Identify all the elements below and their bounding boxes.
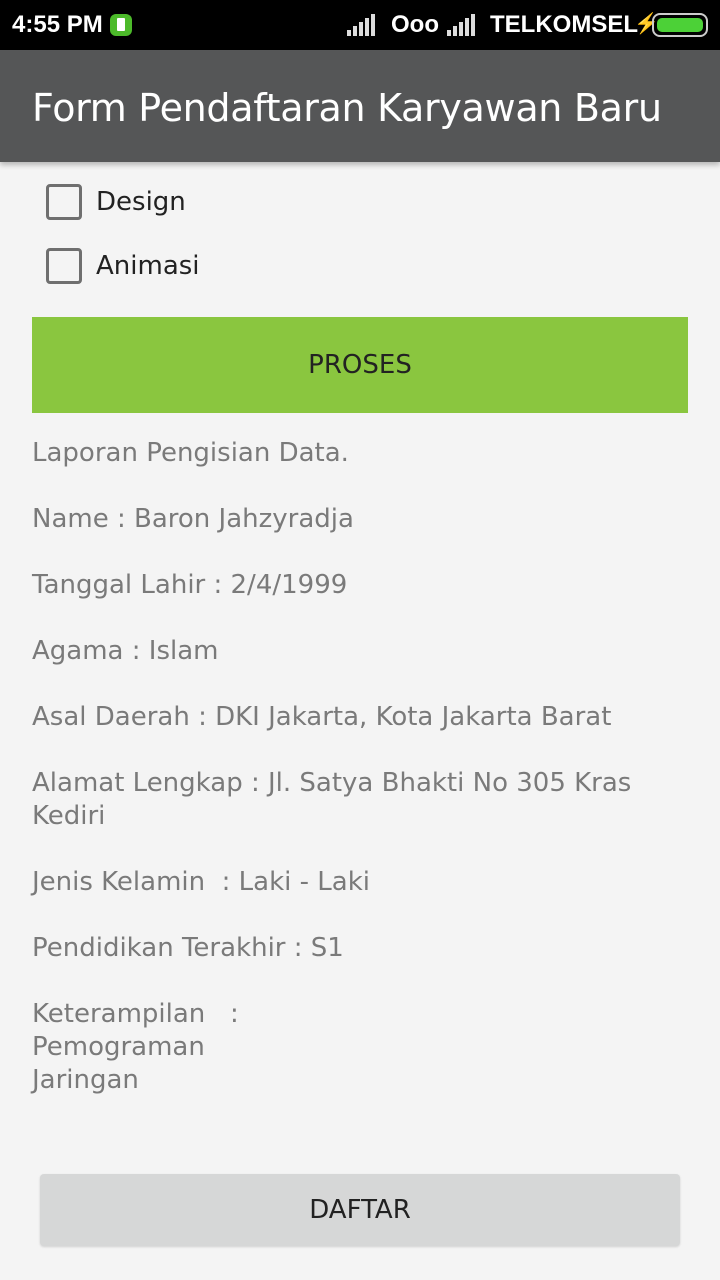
report-birth-date: Tanggal Lahir : 2/4/1999 — [32, 570, 348, 600]
carrier-2-name: TELKOMSEL — [490, 11, 638, 38]
report-skills: Keterampilan : Pemograman Jaringan — [32, 999, 239, 1095]
battery-icon — [652, 13, 708, 37]
report-gender: Jenis Kelamin : Laki - Laki — [32, 867, 370, 897]
checkbox-animasi[interactable]: Animasi — [46, 248, 200, 284]
signal-strength-icon — [447, 14, 475, 36]
app-bar: Form Pendaftaran Karyawan Baru — [0, 50, 720, 162]
report-header: Laporan Pengisian Data. — [32, 438, 349, 468]
checkbox-icon[interactable] — [46, 248, 82, 284]
report-religion: Agama : Islam — [32, 636, 219, 666]
report-origin: Asal Daerah : DKI Jakarta, Kota Jakarta … — [32, 702, 612, 732]
checkbox-label: Design — [96, 187, 186, 217]
status-time: 4:55 PM — [12, 11, 103, 38]
carrier-1-name: Ooo — [391, 11, 439, 38]
checkbox-icon[interactable] — [46, 184, 82, 220]
page-title: Form Pendaftaran Karyawan Baru — [32, 86, 662, 130]
report-address: Alamat Lengkap : Jl. Satya Bhakti No 305… — [32, 768, 632, 831]
status-bar: 4:55 PM Ooo TELKOMSEL ⚡ — [0, 0, 720, 50]
signal-strength-icon — [347, 14, 375, 36]
battery-saver-icon — [110, 14, 132, 36]
proses-button[interactable]: PROSES — [32, 317, 688, 413]
checkbox-design[interactable]: Design — [46, 184, 186, 220]
daftar-button[interactable]: DAFTAR — [40, 1174, 680, 1246]
report-name: Name : Baron Jahzyradja — [32, 504, 354, 534]
report-education: Pendidikan Terakhir : S1 — [32, 933, 344, 963]
checkbox-label: Animasi — [96, 251, 200, 281]
